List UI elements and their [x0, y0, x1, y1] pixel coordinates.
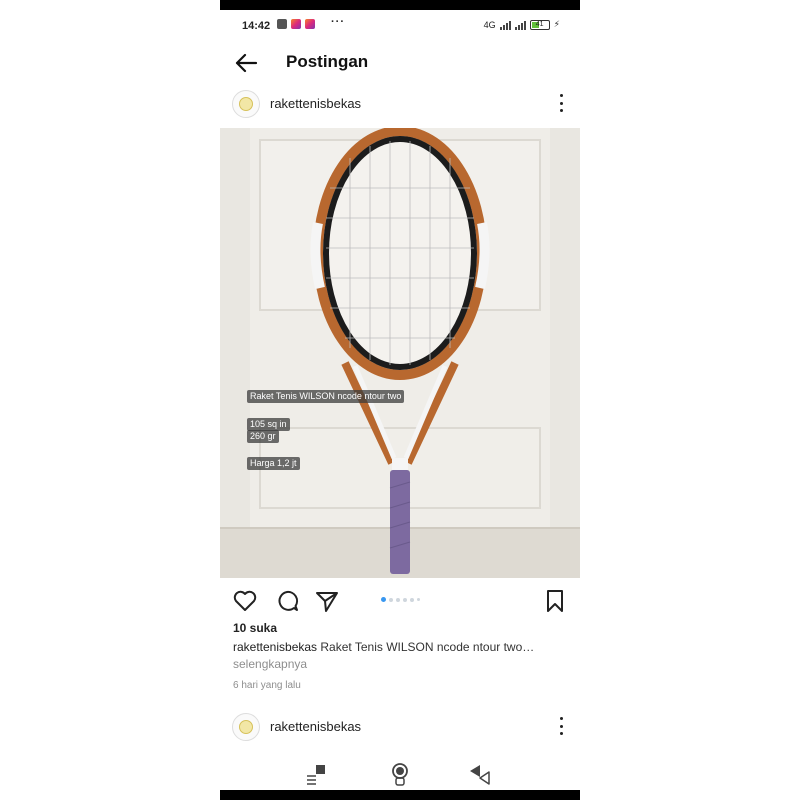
caption-username[interactable]: rakettenisbekas [233, 640, 317, 654]
post-username[interactable]: rakettenisbekas [270, 96, 361, 111]
post-actions [220, 584, 580, 616]
more-link[interactable]: selengkapnya [233, 657, 307, 671]
more-notifications-icon: ··· [331, 16, 345, 28]
message-icon [277, 19, 287, 29]
status-right-icons: 4G 41 ⚡ [484, 19, 560, 30]
network-label: 4G [483, 19, 496, 30]
overlay-title: Raket Tenis WILSON ncode ntour two [247, 390, 405, 403]
instagram-icon [291, 19, 301, 29]
recent-apps-icon[interactable] [304, 762, 328, 786]
avatar[interactable] [232, 90, 260, 118]
share-icon[interactable] [314, 588, 340, 614]
overlay-weight: 260 gr [247, 430, 279, 443]
bookmark-icon[interactable] [542, 588, 568, 614]
notification-icons [277, 19, 315, 29]
post-header: rakettenisbekas [220, 84, 580, 124]
app-bar: Postingan [220, 42, 580, 84]
arrow-left-icon[interactable] [234, 52, 258, 74]
signal-icon [514, 20, 526, 30]
racket-photo [220, 128, 580, 578]
logo-icon [239, 720, 253, 734]
status-time: 14:42 [242, 20, 271, 32]
signal-icon [499, 20, 511, 30]
heart-icon[interactable] [232, 588, 258, 614]
battery-level: 41 [535, 20, 544, 28]
logo-icon [239, 97, 253, 111]
more-options-icon[interactable] [558, 94, 564, 112]
carousel-indicator [381, 597, 420, 602]
phone-screen: 14:42 ··· 4G 41 ⚡ Postingan rakettenisbe… [220, 0, 580, 800]
back-icon[interactable] [468, 762, 492, 786]
post-username[interactable]: rakettenisbekas [270, 719, 361, 734]
more-options-icon[interactable] [558, 717, 564, 735]
battery-icon: 41 [529, 19, 550, 30]
post-image[interactable]: Raket Tenis WILSON ncode ntour two 105 s… [220, 128, 580, 578]
top-black-bar [220, 0, 580, 10]
status-bar: 14:42 ··· 4G 41 ⚡ [220, 10, 580, 42]
caption-text: Raket Tenis WILSON ncode ntour two… [320, 640, 535, 654]
instagram-icon [305, 19, 315, 29]
overlay-price: Harga 1,2 jt [247, 457, 300, 470]
home-icon[interactable] [388, 762, 412, 786]
avatar[interactable] [232, 713, 260, 741]
page-title: Postingan [286, 52, 369, 71]
likes-count[interactable]: 10 suka [233, 621, 277, 635]
next-post-header: rakettenisbekas [220, 707, 580, 747]
post-time: 6 hari yang lalu [233, 680, 301, 691]
bottom-black-bar [220, 790, 580, 800]
charging-icon: ⚡ [553, 19, 560, 29]
comment-icon[interactable] [274, 588, 300, 614]
post-caption: rakettenisbekas Raket Tenis WILSON ncode… [233, 640, 563, 654]
system-nav-bar [220, 758, 580, 790]
